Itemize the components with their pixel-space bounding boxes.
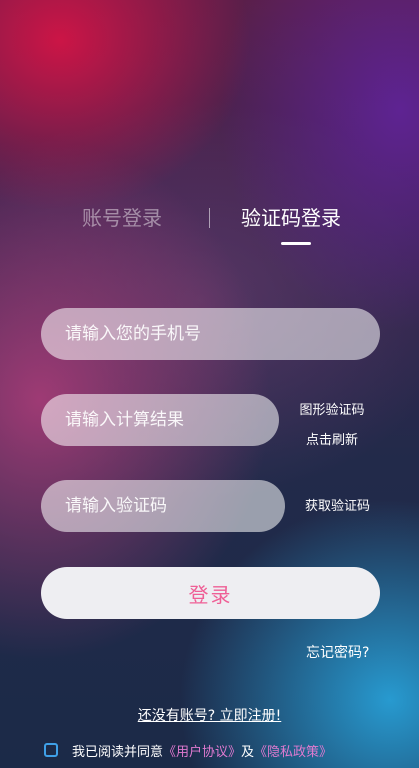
login-button[interactable]: 登录	[41, 567, 380, 619]
login-tabs: 账号登录 验证码登录	[0, 204, 419, 245]
code-field[interactable]	[41, 480, 285, 532]
agree-prefix: 我已阅读并同意	[72, 744, 164, 760]
captcha-image[interactable]: 图形验证码 点击刷新	[292, 396, 372, 456]
forgot-password-link[interactable]: 忘记密码?	[306, 643, 369, 663]
agreement-row: 我已阅读并同意 《用户协议》 及 《隐私政策》	[44, 740, 332, 760]
calc-field[interactable]	[41, 394, 279, 446]
code-input[interactable]	[63, 495, 285, 517]
privacy-policy-link[interactable]: 《隐私政策》	[254, 741, 332, 760]
captcha-refresh-hint: 点击刷新	[305, 433, 358, 448]
active-tab-indicator	[281, 242, 311, 245]
phone-field[interactable]	[41, 308, 380, 360]
checkbox-icon[interactable]	[44, 743, 58, 757]
tab-sms-login[interactable]: 验证码登录	[241, 204, 341, 232]
register-link[interactable]: 还没有账号? 立即注册!	[0, 706, 419, 726]
tab-account-login[interactable]: 账号登录	[82, 204, 162, 232]
captcha-label: 图形验证码	[299, 403, 365, 418]
phone-input[interactable]	[63, 323, 380, 345]
tab-separator	[209, 208, 210, 228]
calc-input[interactable]	[63, 409, 279, 431]
agree-and: 及	[241, 744, 255, 760]
get-code-button[interactable]: 获取验证码	[305, 497, 370, 517]
user-agreement-link[interactable]: 《用户协议》	[163, 741, 241, 760]
